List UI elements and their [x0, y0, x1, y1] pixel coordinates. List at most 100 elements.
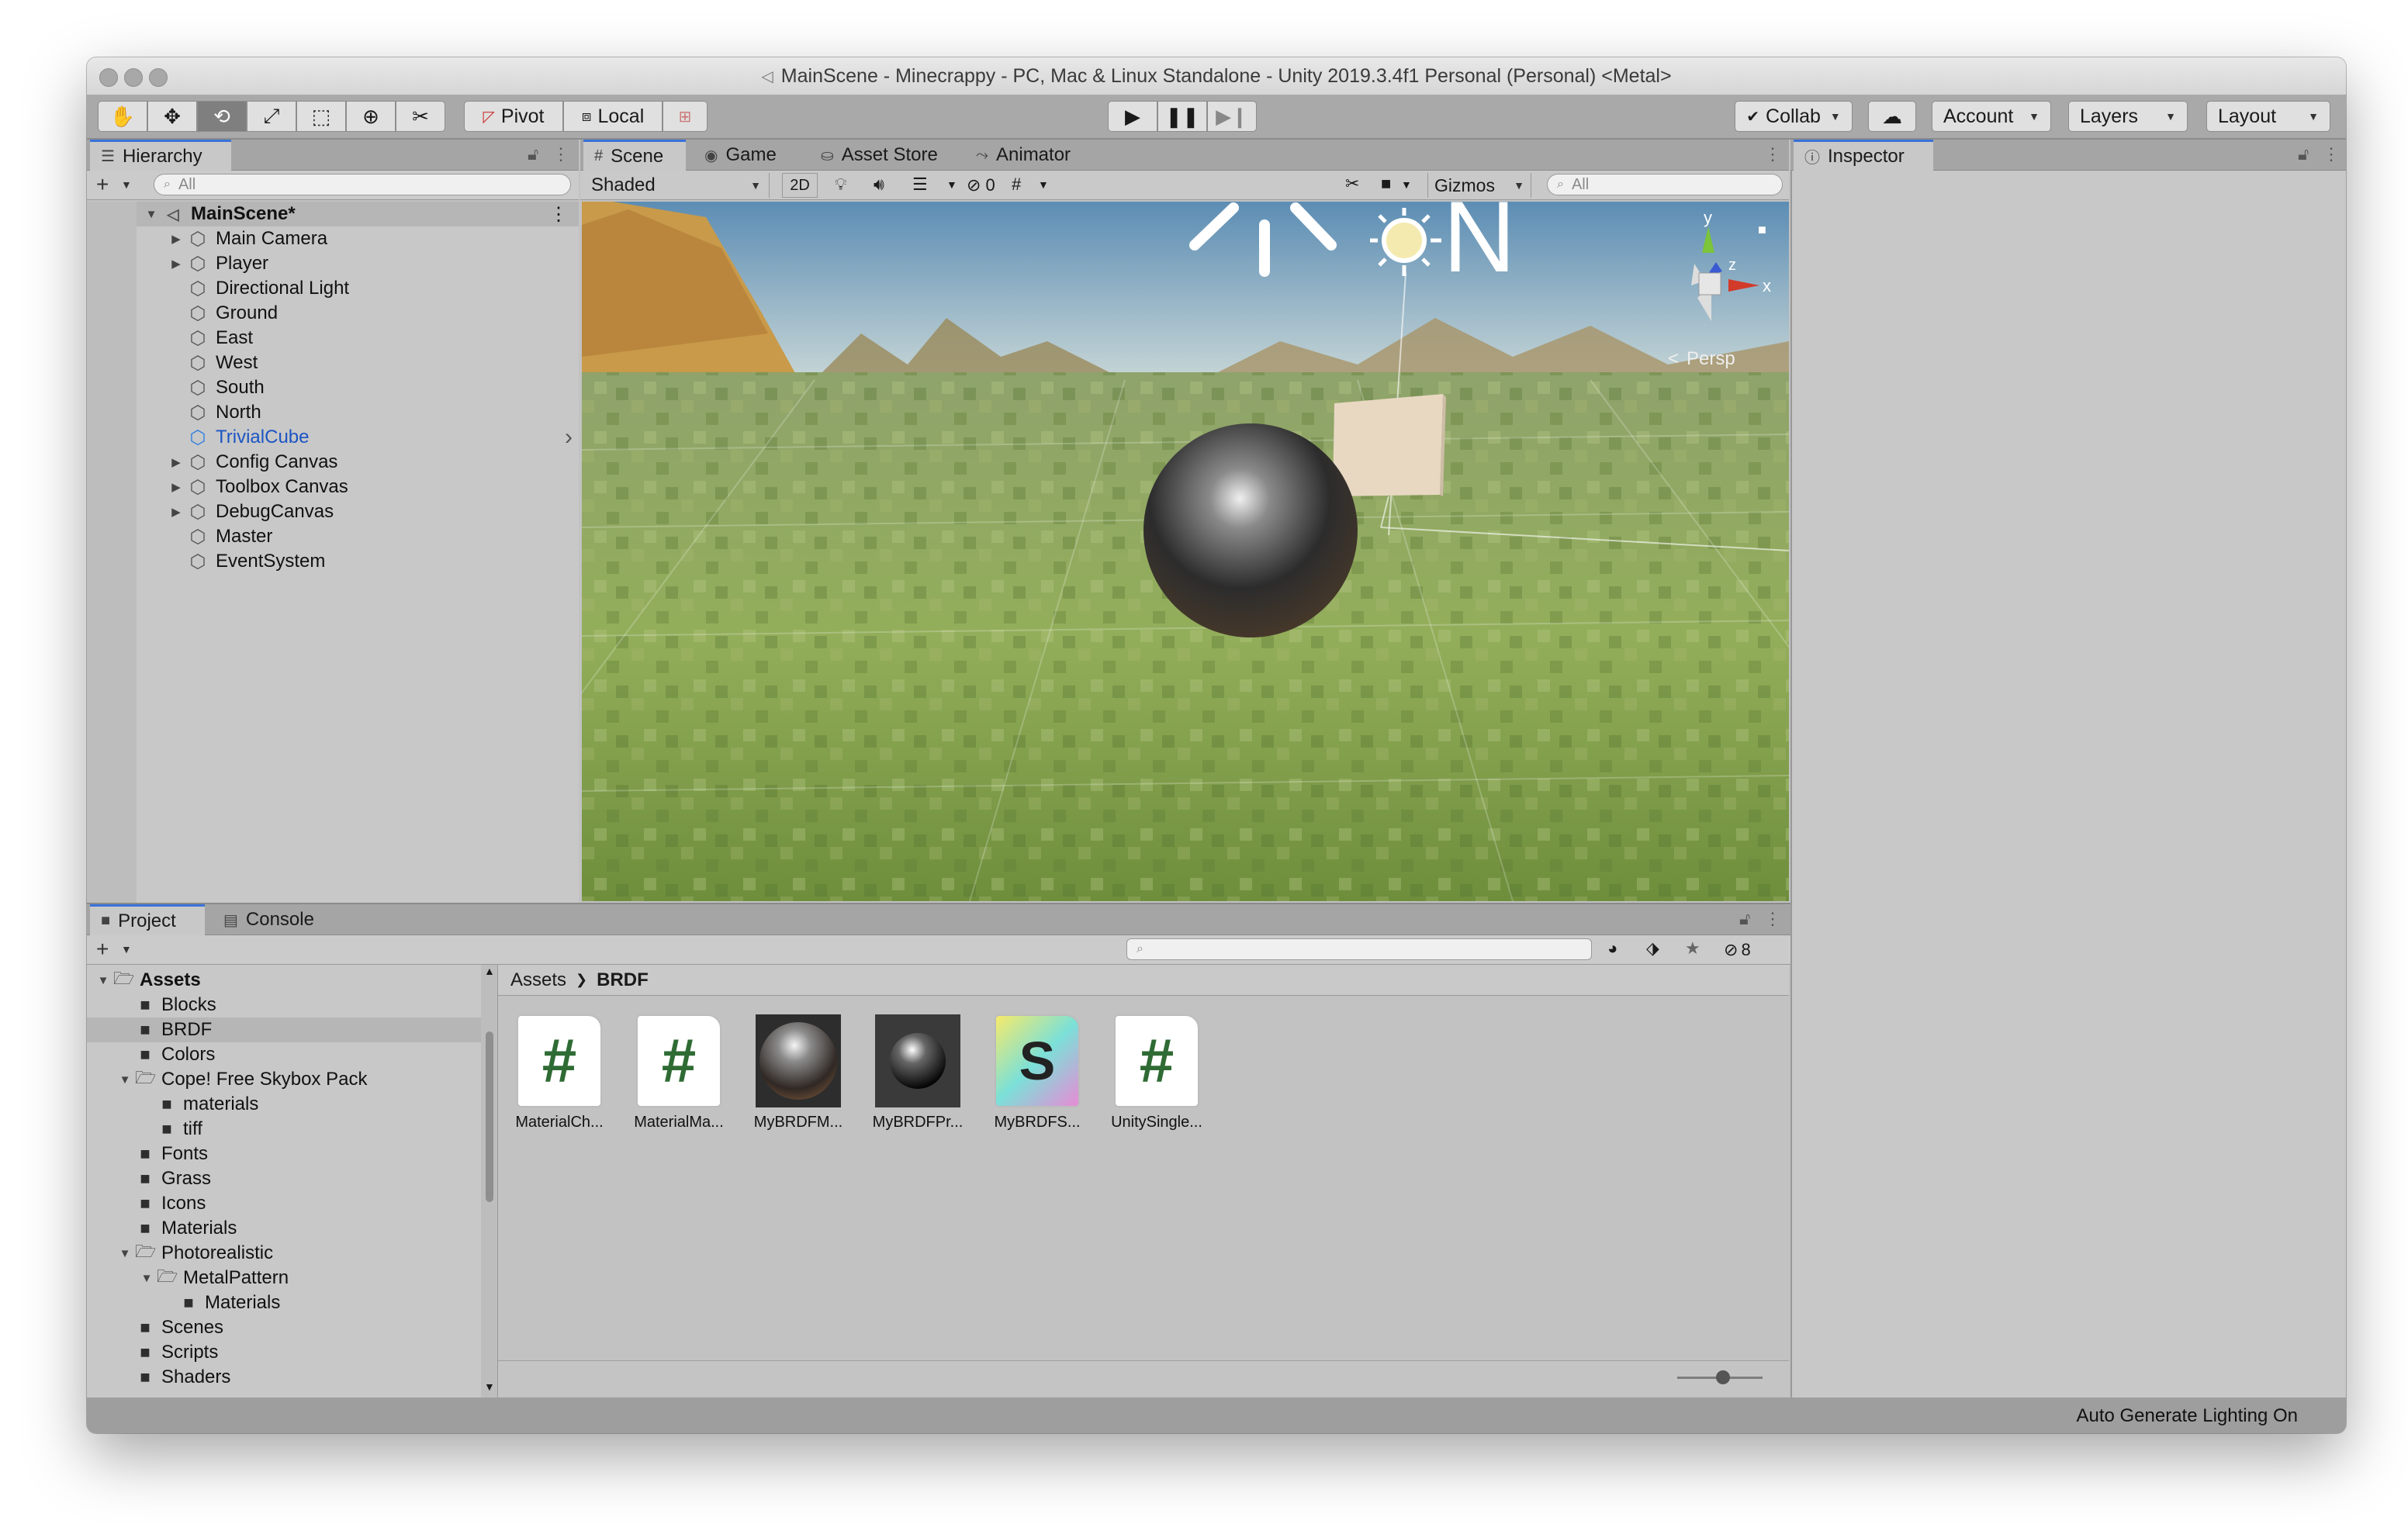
search-by-label-icon[interactable]: ⬗	[1646, 938, 1659, 959]
tab-asset-store[interactable]: ⛀ Asset Store	[810, 140, 950, 171]
folder-tree-item[interactable]: ■ Scenes	[87, 1315, 481, 1340]
folder-tree-item[interactable]: ■ BRDF	[87, 1017, 481, 1042]
scene-search-input[interactable]: ⌕ All	[1547, 174, 1783, 195]
expand-arrow-icon[interactable]: ▶	[166, 455, 186, 469]
rect-tool-button[interactable]: ⬚	[296, 101, 346, 132]
lock-icon[interactable]: 🔓︎	[1739, 909, 1750, 929]
asset-item[interactable]: MyBRDFM...	[748, 1014, 849, 1131]
pause-button[interactable]: ❚❚	[1157, 101, 1207, 132]
dropdown-arrow-icon[interactable]: ▼	[946, 178, 957, 191]
folder-tree-item[interactable]: ■ Colors	[87, 1042, 481, 1067]
minimize-window-button[interactable]	[124, 68, 143, 87]
step-button[interactable]: ▶❙	[1207, 101, 1257, 132]
folder-tree-item[interactable]: ■ Icons	[87, 1191, 481, 1216]
move-tool-button[interactable]: ✥	[147, 101, 197, 132]
hierarchy-item[interactable]: ⬡ EventSystem	[137, 549, 579, 574]
dropdown-arrow-icon[interactable]: ▼	[1401, 178, 1412, 191]
grid-toggle-icon[interactable]: #	[1012, 174, 1021, 195]
tab-game[interactable]: ◉ Game	[694, 140, 802, 171]
dropdown-arrow-icon[interactable]: ▼	[1038, 178, 1049, 191]
lighting-status[interactable]: Auto Generate Lighting On	[2076, 1405, 2298, 1427]
layers-dropdown[interactable]: Layers ▼	[2068, 101, 2188, 132]
zoom-window-button[interactable]	[149, 68, 168, 87]
folder-tree-item[interactable]: ■ Materials	[87, 1290, 481, 1315]
panel-menu-icon[interactable]: ⋮	[2323, 144, 2340, 164]
layout-dropdown[interactable]: Layout ▼	[2206, 101, 2330, 132]
lock-icon[interactable]: 🔓︎	[528, 144, 538, 164]
trivial-cube[interactable]	[1333, 394, 1443, 496]
toggle-2d-button[interactable]: 2D	[782, 173, 818, 198]
expand-arrow-icon[interactable]: ▶	[166, 232, 186, 246]
effects-toggle-icon[interactable]: ☰	[912, 174, 928, 195]
tab-project[interactable]: ■ Project	[90, 904, 205, 935]
audio-toggle-icon[interactable]: 🔊︎	[874, 174, 884, 195]
panel-menu-icon[interactable]: ⋮	[552, 144, 569, 164]
custom-tool-button[interactable]: ✂	[396, 101, 445, 132]
hierarchy-item[interactable]: ⬡ TrivialCube ›	[137, 424, 579, 451]
breadcrumb-assets[interactable]: Assets	[510, 969, 566, 991]
scene-root-row[interactable]: ▼ ◁ MainScene* ⋮	[137, 202, 579, 226]
collab-dropdown[interactable]: ✔ Collab ▼	[1735, 101, 1853, 132]
folder-tree-item[interactable]: ■ materials	[87, 1092, 481, 1117]
grid-snap-button[interactable]: ⊞	[663, 101, 708, 132]
tab-console[interactable]: ▤ Console	[213, 904, 344, 935]
hierarchy-item[interactable]: ⬡ Master	[137, 524, 579, 549]
folder-tree-item[interactable]: ■ Scripts	[87, 1340, 481, 1365]
scroll-up-icon[interactable]: ▲	[484, 965, 495, 977]
breadcrumb-brdf[interactable]: BRDF	[597, 969, 649, 991]
folder-tree-item[interactable]: ▼ 🗁︎ MetalPattern	[87, 1266, 481, 1290]
play-button[interactable]: ▶	[1108, 101, 1157, 132]
tree-scrollbar[interactable]: ▲ ▼	[481, 965, 498, 1398]
brdf-sphere[interactable]	[1143, 423, 1358, 637]
local-toggle-button[interactable]: ⧈ Local	[563, 101, 663, 132]
tab-scene[interactable]: # Scene	[583, 140, 686, 171]
expand-arrow-icon[interactable]: ▼	[93, 974, 113, 987]
asset-item[interactable]: # MaterialMa...	[628, 1014, 729, 1131]
hierarchy-item[interactable]: ⬡ East	[137, 326, 579, 351]
folder-tree-item[interactable]: ■ Fonts	[87, 1142, 481, 1166]
hierarchy-item[interactable]: ⬡ Ground	[137, 301, 579, 326]
dropdown-arrow-icon[interactable]: ▼	[121, 178, 132, 191]
favorites-star-icon[interactable]: ★	[1685, 938, 1700, 959]
folder-tree-item[interactable]: ■ tiff	[87, 1117, 481, 1142]
pivot-toggle-button[interactable]: ◸ Pivot	[464, 101, 563, 132]
project-search-input[interactable]: ⌕	[1126, 938, 1592, 960]
search-by-type-icon[interactable]: ◕	[1607, 938, 1617, 959]
expand-arrow-icon[interactable]: ▼	[141, 208, 161, 221]
hierarchy-item[interactable]: ▶ ⬡ Player	[137, 251, 579, 276]
folder-tree-item[interactable]: ■ Materials	[87, 1216, 481, 1241]
perspective-icon[interactable]: <	[1668, 348, 1679, 369]
scrollbar-thumb[interactable]	[486, 1031, 493, 1202]
expand-arrow-icon[interactable]: ▼	[115, 1247, 135, 1260]
expand-arrow-icon[interactable]: ▶	[166, 257, 186, 271]
folder-tree-item[interactable]: ■ Blocks	[87, 993, 481, 1017]
lock-icon[interactable]: 🔓︎	[2298, 144, 2309, 164]
folder-tree-item[interactable]: ■ Grass	[87, 1166, 481, 1191]
asset-item[interactable]: # MaterialCh...	[509, 1014, 610, 1131]
scene-viewport[interactable]: N y z x ■ < Persp	[582, 202, 1789, 901]
hierarchy-item[interactable]: ⬡ West	[137, 351, 579, 375]
hierarchy-item[interactable]: ▶ ⬡ Main Camera	[137, 226, 579, 251]
lighting-toggle-icon[interactable]: 💡︎	[835, 174, 846, 195]
tab-inspector[interactable]: ⓘ Inspector	[1794, 140, 1933, 171]
hierarchy-item[interactable]: ⬡ North	[137, 400, 579, 425]
chevron-right-icon[interactable]: ›	[565, 424, 573, 451]
expand-arrow-icon[interactable]: ▼	[115, 1073, 135, 1087]
scene-render[interactable]: N y z x ■ < Persp	[582, 202, 1789, 901]
expand-arrow-icon[interactable]: ▶	[166, 505, 186, 519]
tab-animator[interactable]: ⤳ Animator	[965, 140, 1089, 171]
hidden-objects-toggle[interactable]: ⊘ 0	[967, 174, 995, 197]
hidden-packages-toggle[interactable]: ⊘ 8	[1724, 938, 1751, 962]
scene-menu-icon[interactable]: ⋮	[549, 203, 568, 226]
asset-item[interactable]: # UnitySingle...	[1106, 1014, 1207, 1131]
gizmos-dropdown[interactable]: Gizmos ▼	[1427, 173, 1531, 198]
icon-size-slider-thumb[interactable]	[1716, 1370, 1730, 1384]
account-dropdown[interactable]: Account ▼	[1932, 101, 2051, 132]
panel-menu-icon[interactable]: ⋮	[1764, 144, 1781, 164]
folder-tree-item[interactable]: ▼ 🗁︎ Assets	[87, 968, 481, 993]
camera-icon[interactable]: ■	[1381, 174, 1391, 194]
scroll-down-icon[interactable]: ▼	[484, 1380, 495, 1393]
hierarchy-item[interactable]: ⬡ Directional Light	[137, 276, 579, 301]
hierarchy-item[interactable]: ▶ ⬡ Toolbox Canvas	[137, 475, 579, 499]
hierarchy-item[interactable]: ⬡ South	[137, 375, 579, 400]
